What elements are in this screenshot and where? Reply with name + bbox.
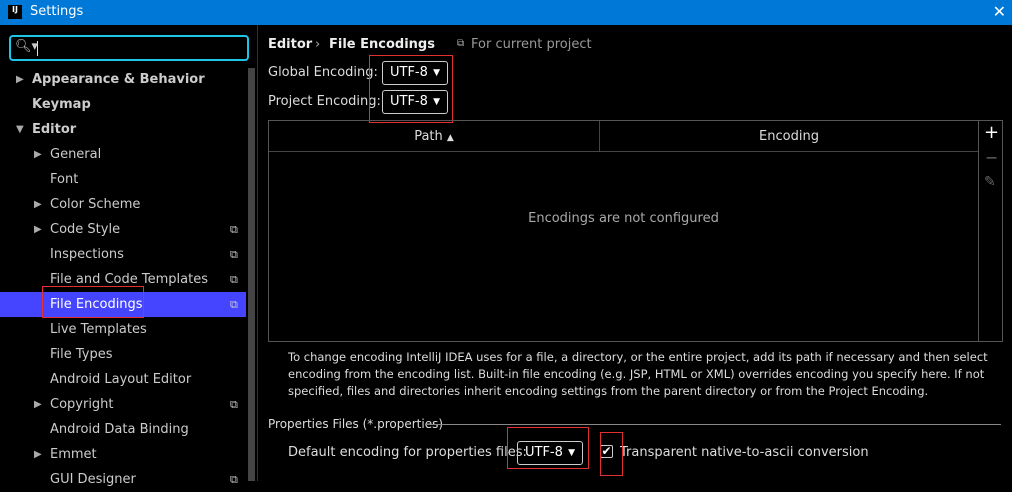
empty-table-text: Encodings are not configured (528, 211, 719, 226)
sidebar-item-label: Live Templates (50, 322, 147, 337)
sidebar-item-android-data-binding[interactable]: Android Data Binding (0, 417, 246, 442)
sort-ascending-icon: ▲ (446, 133, 454, 143)
sidebar-item-live-templates[interactable]: Live Templates (0, 317, 246, 342)
sidebar-item-appearance-behavior[interactable]: ▶ Appearance & Behavior (0, 67, 246, 92)
sidebar-item-emmet[interactable]: ▶ Emmet (0, 442, 246, 467)
chevron-right-icon[interactable]: ▶ (34, 142, 42, 167)
chevron-right-icon[interactable]: ▶ (34, 217, 42, 242)
title-bar: IJ Settings ✕ (0, 0, 1012, 25)
sidebar-item-label: GUI Designer (50, 472, 136, 487)
transparent-conversion-label[interactable]: Transparent native-to-ascii conversion (620, 445, 869, 460)
sidebar-item-label: Keymap (32, 97, 91, 112)
sidebar-item-label: Code Style (50, 222, 121, 237)
sidebar-item-copyright[interactable]: ▶ Copyright ⧉ (0, 392, 246, 417)
sidebar-item-color-scheme[interactable]: ▶ Color Scheme (0, 192, 246, 217)
table-toolbar: + − ✎ (978, 121, 1002, 341)
highlight-box (369, 55, 453, 123)
sidebar-item-label: Font (50, 172, 79, 187)
highlight-box (42, 286, 144, 318)
highlight-box (600, 432, 623, 476)
search-icon: 🔍︎▾ (15, 39, 39, 54)
chevron-right-icon[interactable]: ▶ (16, 67, 24, 92)
project-scope-icon: ⧉ (230, 398, 238, 411)
sidebar-item-label: File Types (50, 347, 113, 362)
column-path-label: Path (414, 129, 443, 144)
sidebar-item-label: Copyright (50, 397, 114, 412)
sidebar-item-general[interactable]: ▶ General (0, 142, 246, 167)
chevron-right-icon[interactable]: ▶ (34, 442, 42, 467)
sidebar-item-keymap[interactable]: Keymap (0, 92, 246, 117)
sidebar-item-label: Appearance & Behavior (32, 72, 205, 87)
properties-section-title: Properties Files (*.properties) (268, 417, 444, 431)
add-icon[interactable]: + (984, 122, 999, 143)
breadcrumb-separator: › (315, 37, 321, 52)
sidebar-item-code-style[interactable]: ▶ Code Style ⧉ (0, 217, 246, 242)
column-path[interactable]: Path ▲ (269, 121, 600, 152)
app-logo-icon: IJ (8, 5, 22, 19)
sidebar-item-file-types[interactable]: File Types (0, 342, 246, 367)
section-divider (425, 424, 1001, 425)
highlight-box (507, 427, 589, 469)
sidebar-item-label: Android Data Binding (50, 422, 189, 437)
breadcrumb-current: File Encodings (329, 37, 435, 52)
remove-icon[interactable]: − (985, 148, 998, 167)
project-scope-icon: ⧉ (457, 38, 465, 49)
chevron-right-icon[interactable]: ▶ (34, 192, 42, 217)
sidebar-item-label: General (50, 147, 102, 162)
breadcrumb-parent[interactable]: Editor (268, 37, 312, 52)
table-header: Path ▲ Encoding (269, 121, 978, 152)
encodings-table: Path ▲ Encoding Encodings are not config… (268, 120, 1003, 342)
column-encoding[interactable]: Encoding (600, 121, 978, 152)
sidebar-item-editor[interactable]: ▼ Editor (0, 117, 246, 142)
text-caret (37, 41, 38, 56)
project-scope-icon: ⧉ (230, 298, 238, 311)
project-scope-icon: ⧉ (230, 223, 238, 236)
chevron-down-icon[interactable]: ▼ (16, 117, 24, 142)
chevron-right-icon[interactable]: ▶ (34, 392, 42, 417)
sidebar-item-label: Color Scheme (50, 197, 141, 212)
sidebar-item-gui-designer[interactable]: GUI Designer ⧉ (0, 467, 246, 492)
sidebar-item-font[interactable]: Font (0, 167, 246, 192)
scope-label: For current project (471, 37, 592, 52)
global-encoding-label: Global Encoding: (268, 65, 378, 80)
sidebar-item-android-layout-editor[interactable]: Android Layout Editor (0, 367, 246, 392)
project-scope-icon: ⧉ (230, 473, 238, 486)
sidebar-scrollbar[interactable] (248, 68, 255, 481)
properties-encoding-label: Default encoding for properties files: (288, 445, 527, 460)
sidebar-item-label: Emmet (50, 447, 97, 462)
settings-sidebar: 🔍︎▾ ▶ Appearance & Behavior Keymap ▼ Editor ▶… (0, 25, 258, 487)
window-title: Settings (30, 4, 84, 19)
description-text: To change encoding IntelliJ IDEA uses fo… (288, 350, 988, 398)
close-button[interactable]: ✕ (993, 2, 1006, 21)
sidebar-item-label: Android Layout Editor (50, 372, 192, 387)
project-encoding-label: Project Encoding: (268, 94, 381, 109)
sidebar-item-label: Inspections (50, 247, 124, 262)
file-encodings-panel: Editor › File Encodings ⧉ For current pr… (259, 25, 1012, 481)
sidebar-item-inspections[interactable]: Inspections ⧉ (0, 242, 246, 267)
search-input[interactable]: 🔍︎▾ (9, 35, 249, 61)
sidebar-item-label: Editor (32, 122, 77, 137)
project-scope-icon: ⧉ (230, 273, 238, 286)
project-scope-icon: ⧉ (230, 248, 238, 261)
edit-icon[interactable]: ✎ (984, 174, 996, 190)
